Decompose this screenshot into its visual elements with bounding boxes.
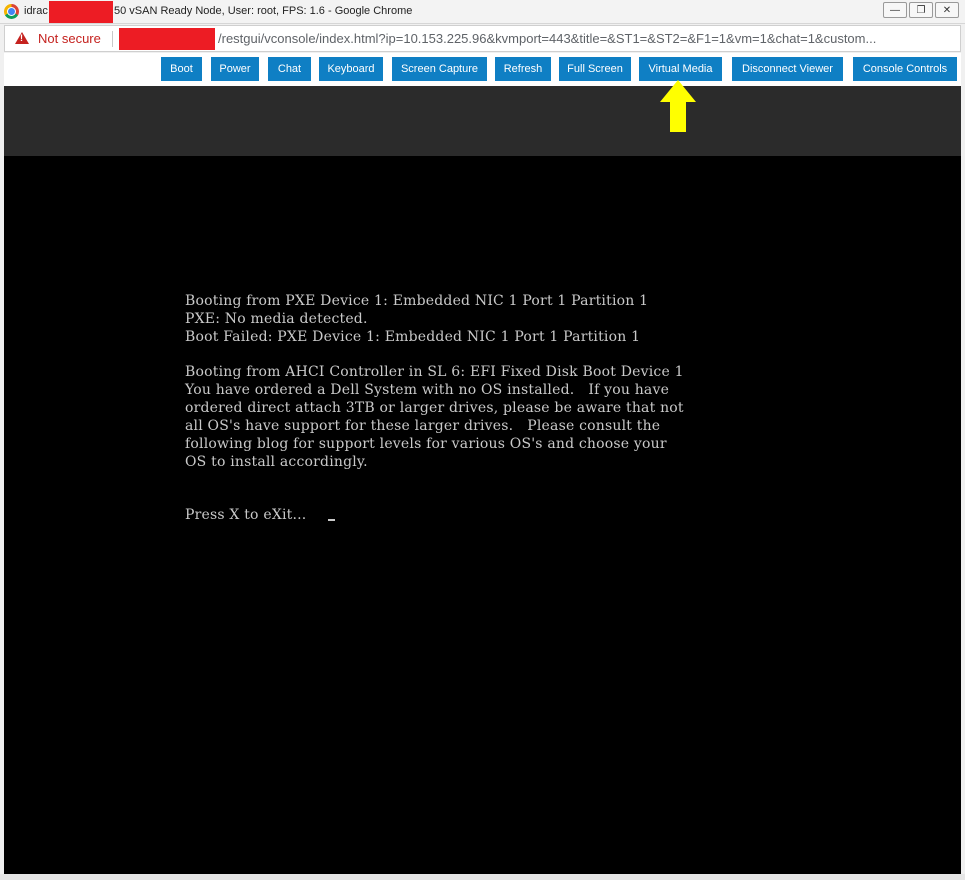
- window-titlebar: idrac 50 vSAN Ready Node, User: root, FP…: [0, 0, 965, 24]
- console-line: following blog for support levels for va…: [185, 436, 667, 452]
- console-line: PXE: No media detected.: [185, 311, 368, 327]
- screen-capture-button[interactable]: Screen Capture: [392, 57, 487, 81]
- keyboard-button[interactable]: Keyboard: [319, 57, 383, 81]
- chrome-logo-icon: [4, 4, 19, 19]
- boot-button[interactable]: Boot: [161, 57, 202, 81]
- window-title: 50 vSAN Ready Node, User: root, FPS: 1.6…: [114, 5, 413, 17]
- console-line: ordered direct attach 3TB or larger driv…: [185, 400, 684, 416]
- text-cursor: [328, 519, 335, 521]
- url-text[interactable]: /restgui/vconsole/index.html?ip=10.153.2…: [218, 31, 876, 46]
- minimize-icon[interactable]: —: [883, 2, 907, 18]
- power-button[interactable]: Power: [211, 57, 259, 81]
- full-screen-button[interactable]: Full Screen: [559, 57, 631, 81]
- warning-icon: [15, 32, 29, 44]
- console-line: Booting from PXE Device 1: Embedded NIC …: [185, 293, 649, 309]
- console-header-area: [4, 86, 961, 156]
- security-indicator[interactable]: Not secure: [38, 31, 101, 46]
- disconnect-viewer-button[interactable]: Disconnect Viewer: [732, 57, 843, 81]
- highlight-arrow-icon: [660, 80, 696, 132]
- refresh-button[interactable]: Refresh: [495, 57, 551, 81]
- console-prompt: Press X to eXit...: [185, 507, 307, 523]
- redaction-block: [119, 28, 215, 50]
- redaction-block: [49, 1, 113, 23]
- console-line: OS to install accordingly.: [185, 454, 368, 470]
- console-line: You have ordered a Dell System with no O…: [185, 382, 670, 398]
- console-controls-button[interactable]: Console Controls: [853, 57, 957, 81]
- console-line: Booting from AHCI Controller in SL 6: EF…: [185, 364, 684, 380]
- virtual-media-button[interactable]: Virtual Media: [639, 57, 722, 81]
- console-line: Boot Failed: PXE Device 1: Embedded NIC …: [185, 329, 641, 345]
- window-title-prefix: idrac: [24, 5, 48, 17]
- address-bar[interactable]: Not secure /restgui/vconsole/index.html?…: [4, 25, 961, 52]
- restore-icon[interactable]: ❐: [909, 2, 933, 18]
- chat-button[interactable]: Chat: [268, 57, 311, 81]
- divider: [112, 31, 113, 47]
- console-line: all OS's have support for these larger d…: [185, 418, 661, 434]
- window-controls: — ❐ ✕: [883, 2, 959, 18]
- console-screen[interactable]: Booting from PXE Device 1: Embedded NIC …: [4, 156, 961, 874]
- close-icon[interactable]: ✕: [935, 2, 959, 18]
- window-bottom-edge: [0, 874, 965, 880]
- kvm-toolbar: Boot Power Chat Keyboard Screen Capture …: [4, 53, 961, 86]
